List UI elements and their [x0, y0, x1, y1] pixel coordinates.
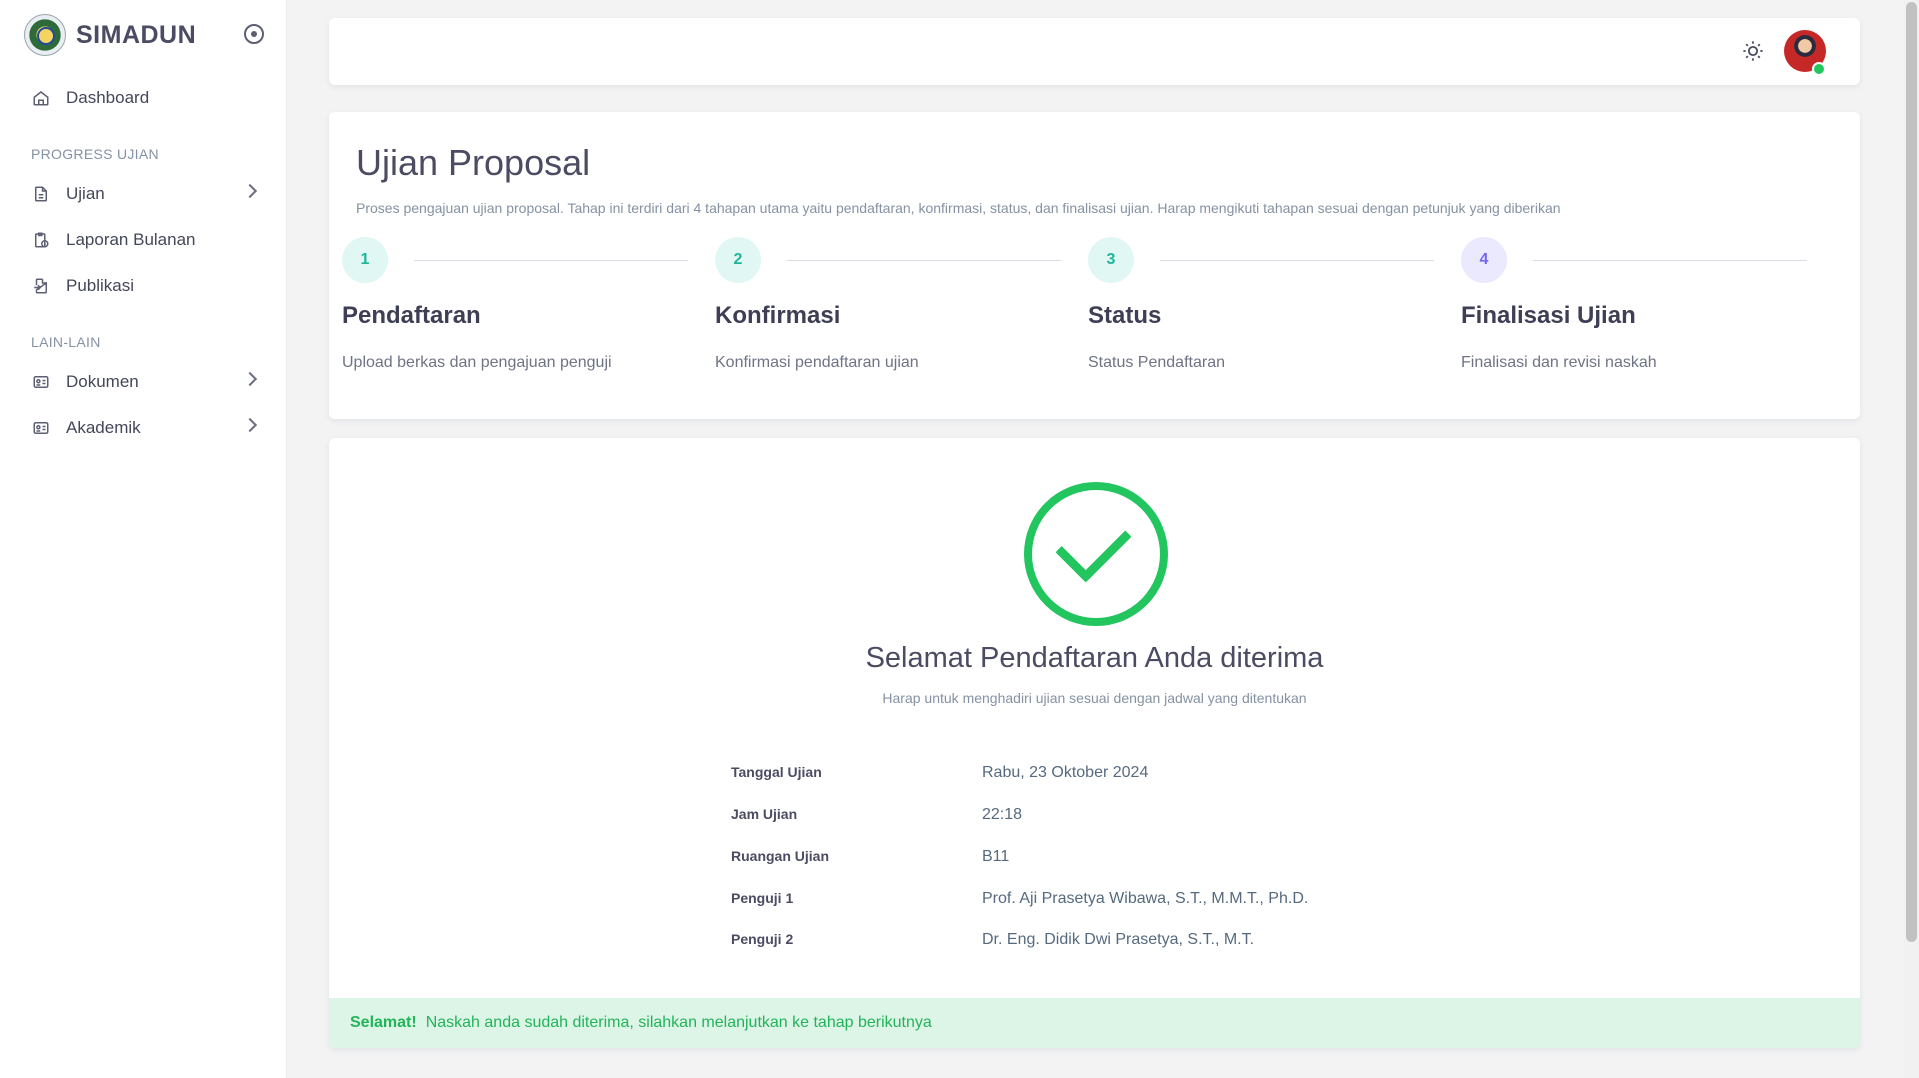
step-title: Konfirmasi: [715, 302, 841, 329]
sun-icon[interactable]: [1742, 40, 1764, 62]
sidebar-item-dokumen[interactable]: Dokumen: [31, 362, 263, 402]
sidebar-item-label: Publikasi: [66, 276, 135, 295]
sidebar-item-label: Dashboard: [66, 88, 150, 107]
detail-label: Jam Ujian: [731, 806, 798, 822]
detail-row-penguji-1: Penguji 1 Prof. Aji Prasetya Wibawa, S.T…: [731, 890, 1431, 920]
online-status-dot: [1812, 62, 1826, 76]
detail-row-ruangan: Ruangan Ujian B11: [731, 848, 1431, 878]
id-card-icon: [31, 418, 51, 438]
page-description: Proses pengajuan ujian proposal. Tahap i…: [356, 200, 1561, 216]
sidebar-item-publikasi[interactable]: Publikasi: [31, 266, 263, 306]
step-connector: [1160, 260, 1434, 261]
detail-label: Tanggal Ujian: [731, 764, 822, 780]
detail-label: Ruangan Ujian: [731, 848, 830, 864]
sidebar: SIMADUN Dashboard PROGRESS UJIAN Ujian L…: [0, 0, 287, 1078]
top-navbar: [329, 18, 1860, 85]
home-icon: [31, 88, 51, 108]
chevron-right-icon: [242, 417, 258, 433]
chevron-right-icon: [242, 371, 258, 387]
step-status[interactable]: 3 Status Status Pendaftaran: [1088, 237, 1448, 377]
step-subtitle: Finalisasi dan revisi naskah: [1461, 354, 1657, 371]
detail-value: Dr. Eng. Didik Dwi Prasetya, S.T., M.T.: [982, 931, 1255, 948]
sidebar-item-label: Dokumen: [66, 372, 139, 391]
step-konfirmasi[interactable]: 2 Konfirmasi Konfirmasi pendaftaran ujia…: [715, 237, 1075, 377]
step-finalisasi-ujian[interactable]: 4 Finalisasi Ujian Finalisasi dan revisi…: [1461, 237, 1821, 377]
scrollbar-thumb[interactable]: [1906, 2, 1917, 942]
detail-label: Penguji 2: [731, 931, 794, 947]
success-alert: Selamat! Naskah anda sudah diterima, sil…: [329, 998, 1860, 1048]
step-title: Status: [1088, 302, 1162, 329]
page-scrollbar[interactable]: [1904, 0, 1919, 1078]
step-number: 1: [342, 237, 388, 283]
section-label-lain-lain: LAIN-LAIN: [31, 334, 101, 350]
step-title: Pendaftaran: [342, 302, 481, 329]
detail-row-penguji-2: Penguji 2 Dr. Eng. Didik Dwi Prasetya, S…: [731, 931, 1431, 961]
file-icon: [31, 184, 51, 204]
result-subtitle: Harap untuk menghadiri ujian sesuai deng…: [882, 690, 1307, 706]
clipboard-clock-icon: [31, 230, 51, 250]
sidebar-item-akademik[interactable]: Akademik: [31, 408, 263, 448]
step-number: 3: [1088, 237, 1134, 283]
step-connector: [414, 260, 688, 261]
detail-value: B11: [982, 848, 1010, 865]
section-label-progress: PROGRESS UJIAN: [31, 146, 159, 162]
detail-row-tanggal: Tanggal Ujian Rabu, 23 Oktober 2024: [731, 764, 1431, 794]
sidebar-toggle-icon[interactable]: [244, 24, 264, 44]
page-title: Ujian Proposal: [356, 142, 591, 183]
detail-row-jam: Jam Ujian 22:18: [731, 806, 1431, 836]
detail-value: 22:18: [982, 806, 1023, 823]
file-upload-icon: [31, 276, 51, 296]
id-card-icon: [31, 372, 51, 392]
sidebar-item-laporan-bulanan[interactable]: Laporan Bulanan: [31, 220, 263, 260]
detail-value: Prof. Aji Prasetya Wibawa, S.T., M.M.T.,…: [982, 890, 1309, 907]
step-subtitle: Konfirmasi pendaftaran ujian: [715, 354, 919, 371]
step-pendaftaran[interactable]: 1 Pendaftaran Upload berkas dan pengajua…: [342, 237, 702, 377]
sidebar-item-ujian[interactable]: Ujian: [31, 174, 263, 214]
step-title: Finalisasi Ujian: [1461, 302, 1636, 329]
step-connector: [1533, 260, 1807, 261]
brand[interactable]: SIMADUN: [24, 14, 264, 56]
alert-strong: Selamat!: [350, 1014, 417, 1031]
sidebar-item-label: Akademik: [66, 418, 141, 437]
checkmark-icon: [1055, 506, 1132, 583]
check-circle-icon: [1024, 482, 1168, 626]
sidebar-item-label: Laporan Bulanan: [66, 230, 196, 249]
result-title: Selamat Pendaftaran Anda diterima: [865, 642, 1324, 674]
university-logo: [24, 14, 66, 56]
step-number: 4: [1461, 237, 1507, 283]
chevron-right-icon: [242, 183, 258, 199]
step-connector: [787, 260, 1061, 261]
step-number: 2: [715, 237, 761, 283]
detail-label: Penguji 1: [731, 890, 794, 906]
result-card: Selamat Pendaftaran Anda diterima Harap …: [329, 438, 1860, 1048]
detail-value: Rabu, 23 Oktober 2024: [982, 764, 1149, 781]
alert-text: Naskah anda sudah diterima, silahkan mel…: [425, 1014, 932, 1031]
step-subtitle: Upload berkas dan pengajuan penguji: [342, 354, 612, 371]
steps-card: Ujian Proposal Proses pengajuan ujian pr…: [329, 112, 1860, 419]
sidebar-item-label: Ujian: [66, 184, 105, 203]
sidebar-item-dashboard[interactable]: Dashboard: [31, 78, 263, 118]
step-subtitle: Status Pendaftaran: [1088, 354, 1225, 371]
app-name: SIMADUN: [76, 20, 197, 49]
